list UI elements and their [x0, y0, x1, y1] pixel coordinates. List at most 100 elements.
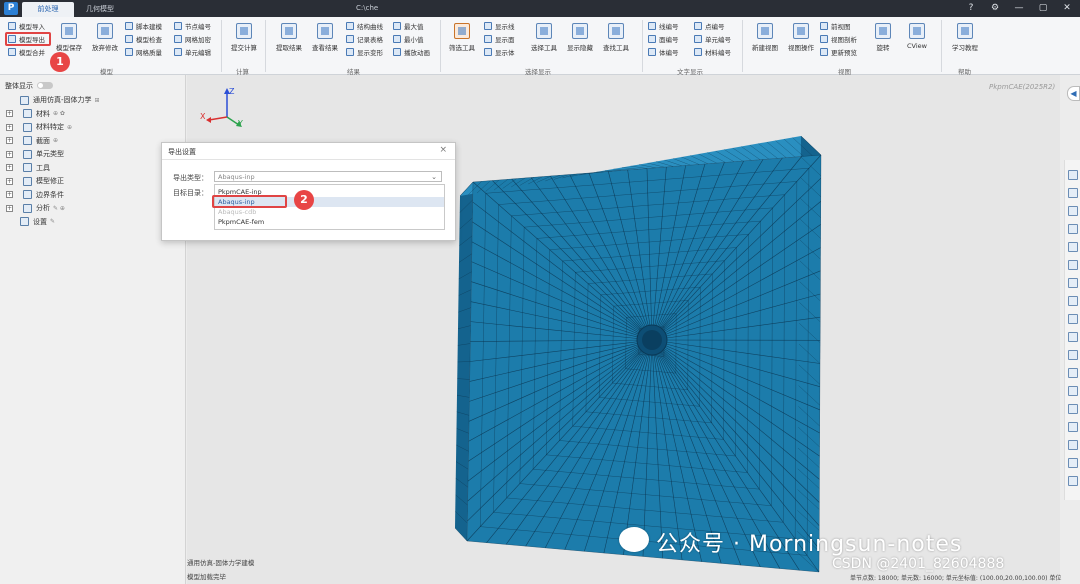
pan-icon[interactable]	[1068, 206, 1078, 216]
preview-icon	[820, 47, 828, 56]
show-deform-button[interactable]: 显示变形	[346, 46, 383, 57]
model-save-button[interactable]: 模型保存	[50, 23, 88, 52]
wireframe-icon[interactable]	[1068, 350, 1078, 360]
view-left-icon[interactable]	[1068, 314, 1078, 324]
screenshot-icon[interactable]	[1068, 422, 1078, 432]
play-animation-button[interactable]: 播放动画	[393, 46, 430, 57]
tree-item[interactable]: + 单元类型	[6, 148, 64, 160]
expand-icon[interactable]: +	[6, 191, 13, 198]
mesh-quality-button[interactable]: 网格质量	[125, 46, 162, 57]
element-edit-button[interactable]: 单元编辑	[174, 46, 211, 57]
record-table-button[interactable]: 记录表格	[346, 33, 383, 44]
display-toggle[interactable]	[37, 82, 53, 89]
expand-icon[interactable]: +	[6, 177, 13, 185]
rotate-button[interactable]: 旋转	[864, 23, 902, 52]
export-type-select[interactable]: Abaqus-inp ⌄	[214, 171, 442, 182]
element-number-button[interactable]: 单元编号	[694, 33, 731, 44]
select-tool-button[interactable]: 选择工具	[525, 23, 563, 52]
tree-item[interactable]: + 材料 ⊕ ✿	[6, 108, 65, 120]
mesh-refine-button[interactable]: 网格加密	[174, 33, 211, 44]
view-back-icon[interactable]	[1068, 242, 1078, 252]
point-number-button[interactable]: 点编号	[694, 20, 725, 31]
tree-item-actions[interactable]: ⊕ ✿	[53, 110, 65, 117]
measure-icon[interactable]	[1068, 404, 1078, 414]
fit-view-icon[interactable]	[1068, 170, 1078, 180]
expand-icon[interactable]: +	[6, 123, 13, 131]
tree-item[interactable]: 通用仿真-固体力学 ⊞	[20, 94, 100, 106]
show-body-button[interactable]: 显示体	[484, 46, 515, 57]
expand-icon[interactable]: +	[6, 137, 13, 144]
material-number-button[interactable]: 材料编号	[694, 46, 731, 57]
expand-icon[interactable]: +	[6, 204, 13, 212]
option-pkpm-fem[interactable]: PkpmCAE-fem	[215, 217, 444, 227]
tab-preprocess[interactable]: 前处理	[22, 2, 74, 17]
show-hide-button[interactable]: 显示隐藏	[561, 23, 599, 52]
line-number-button[interactable]: 线编号	[648, 20, 679, 31]
body-number-button[interactable]: 体编号	[648, 46, 679, 57]
expand-icon[interactable]: +	[6, 110, 13, 117]
extract-result-button[interactable]: 提取结果	[270, 23, 308, 52]
learning-tutorial-button[interactable]: 学习教程	[946, 23, 984, 52]
expand-icon[interactable]: +	[6, 150, 13, 158]
script-model-button[interactable]: 脚本建模	[125, 20, 162, 31]
tree-item-actions[interactable]: ⊞	[95, 97, 100, 104]
tree-item-actions[interactable]: ⊕	[53, 137, 58, 144]
tree-item-actions[interactable]: ⊕	[67, 124, 72, 131]
tab-geometry[interactable]: 几何模型	[74, 2, 126, 17]
tree-item[interactable]: + 材料特定 ⊕	[6, 121, 72, 133]
zoom-icon[interactable]	[1068, 188, 1078, 198]
dialog-close-icon[interactable]: ×	[439, 145, 447, 155]
shaded-icon[interactable]	[1068, 368, 1078, 378]
max-value-button[interactable]: 最大值	[393, 20, 424, 31]
history-icon[interactable]	[1068, 476, 1078, 486]
option-abaqus-cdb[interactable]: Abaqus-cdb	[215, 207, 444, 217]
node-number-button[interactable]: 节点编号	[174, 20, 211, 31]
submit-calc-button[interactable]: 提交计算	[225, 23, 263, 52]
view-iso-icon[interactable]	[1068, 260, 1078, 270]
cview-button[interactable]: CView	[898, 23, 936, 50]
view-front-icon[interactable]	[1068, 224, 1078, 234]
view-operation-button[interactable]: 视图操作	[782, 23, 820, 52]
help-icon[interactable]: ?	[964, 2, 978, 15]
view-top-icon[interactable]	[1068, 278, 1078, 288]
minimize-icon[interactable]: —	[1012, 2, 1026, 15]
tree-item[interactable]: + 模型修正	[6, 175, 64, 187]
filter-tool-button[interactable]: 筛选工具	[443, 23, 481, 52]
expand-icon[interactable]: +	[6, 164, 13, 171]
tree-item[interactable]: + 截面 ⊕	[6, 135, 58, 147]
min-value-button[interactable]: 最小值	[393, 33, 424, 44]
tree-item[interactable]: + 分析 ✎ ⊕	[6, 202, 65, 214]
tree-item-actions[interactable]: ✎ ⊕	[53, 205, 65, 212]
settings-icon[interactable]	[1068, 440, 1078, 450]
find-tool-button[interactable]: 查找工具	[597, 23, 635, 52]
maximize-icon[interactable]: ▢	[1036, 2, 1050, 15]
view-section-button[interactable]: 视图剖析	[820, 33, 857, 44]
tree-item[interactable]: + 工具	[6, 162, 50, 174]
transparency-icon[interactable]	[1068, 386, 1078, 396]
face-number-button[interactable]: 面编号	[648, 33, 679, 44]
view-right-icon[interactable]	[1068, 332, 1078, 342]
new-view-button[interactable]: 新建视图	[746, 23, 784, 52]
show-line-button[interactable]: 显示线	[484, 20, 515, 31]
view-result-button[interactable]: 查看结果	[306, 23, 344, 52]
tree-item[interactable]: + 边界条件	[6, 189, 64, 201]
model-import-button[interactable]: 模型导入	[8, 20, 45, 31]
show-face-button[interactable]: 显示面	[484, 33, 515, 44]
tree-item-actions[interactable]: ✎	[50, 218, 55, 225]
update-preview-button[interactable]: 更新预览	[820, 46, 857, 57]
tree-node-icon	[20, 95, 29, 105]
console-icon[interactable]	[1068, 458, 1078, 468]
model-merge-button[interactable]: 模型合并	[8, 46, 45, 57]
discard-changes-button[interactable]: 放弃修改	[86, 23, 124, 52]
line-icon	[484, 21, 492, 30]
filter-icon	[454, 23, 470, 39]
tree-item[interactable]: 设置 ✎	[20, 216, 55, 228]
view-bottom-icon[interactable]	[1068, 296, 1078, 306]
collapse-panel-button[interactable]: ◀	[1067, 86, 1080, 101]
structure-curve-button[interactable]: 结构曲线	[346, 20, 383, 31]
play-icon	[393, 47, 401, 56]
close-icon[interactable]: ✕	[1060, 2, 1074, 15]
model-check-button[interactable]: 模型检查	[125, 33, 162, 44]
settings-icon[interactable]: ⚙	[988, 2, 1002, 15]
front-view-button[interactable]: 前视图	[820, 20, 851, 31]
